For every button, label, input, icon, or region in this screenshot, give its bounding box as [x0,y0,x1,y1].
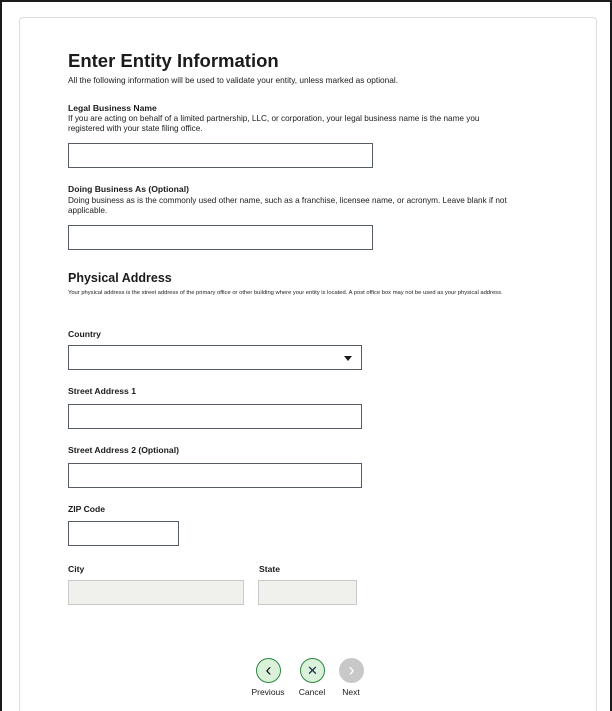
doing-business-as-input[interactable] [68,225,373,250]
next-button[interactable]: › [339,658,364,683]
doing-business-as-hint: Doing business as is the commonly used o… [68,196,507,215]
state-label: State [259,564,281,574]
legal-business-name-hint: If you are acting on behalf of a limited… [68,114,480,133]
country-label: Country [68,329,101,339]
legal-business-name-input[interactable] [68,143,373,168]
street-address-2-label: Street Address 2 (Optional) [68,445,179,455]
physical-address-heading: Physical Address [68,271,172,285]
previous-label: Previous [251,687,285,697]
city-label: City [68,564,85,574]
chevron-left-icon: ‹ [265,659,272,680]
close-icon: ✕ [307,663,318,678]
previous-button[interactable]: ‹ [256,658,281,683]
street-address-1-input[interactable] [68,404,362,429]
zip-code-input[interactable] [68,521,179,546]
physical-address-hint: Your physical address is the street addr… [68,290,503,296]
country-select[interactable] [68,345,362,370]
street-address-2-input[interactable] [68,463,362,488]
doing-business-as-label: Doing Business As (Optional) [68,184,189,194]
cancel-button[interactable]: ✕ [300,658,325,683]
next-label: Next [342,687,360,697]
state-input [258,580,357,605]
street-address-1-label: Street Address 1 [68,386,136,396]
form-card: Enter Entity Information All the followi… [19,17,597,711]
page-title: Enter Entity Information [68,50,279,71]
legal-business-name-label: Legal Business Name [68,103,157,113]
page-subtitle: All the following information will be us… [68,75,399,85]
caret-down-icon [344,356,352,361]
cancel-label: Cancel [298,687,326,697]
chevron-right-icon: › [348,659,355,680]
city-input [68,580,244,605]
zip-code-label: ZIP Code [68,504,106,514]
